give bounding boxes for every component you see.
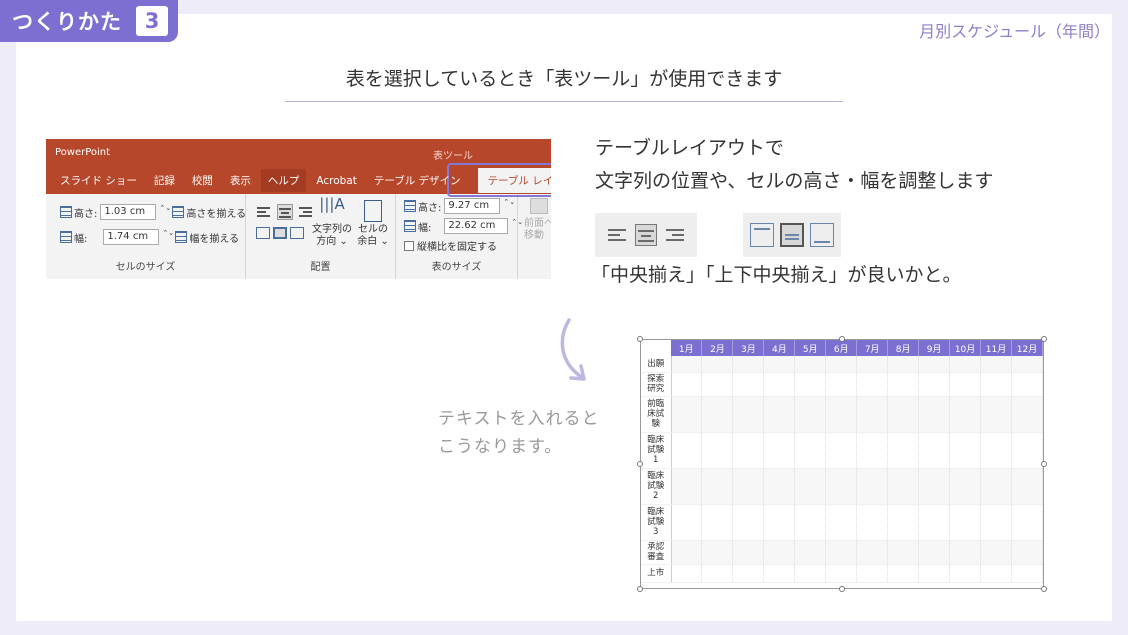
tab-review[interactable]: 校閲 <box>192 169 213 192</box>
col-width-icon <box>60 231 72 243</box>
description: テーブルレイアウトで 文字列の位置や、セルの高さ・幅を調整します <box>595 132 993 198</box>
resize-handle[interactable] <box>839 336 845 342</box>
cell-height-label: 高さ: <box>74 208 98 220</box>
resize-handle[interactable] <box>637 586 643 592</box>
align-top-icon <box>750 223 774 247</box>
note-line1: テキストを入れると <box>438 409 600 429</box>
distribute-rows-button[interactable]: 高さを揃える <box>186 205 246 220</box>
align-bottom-icon <box>810 223 834 247</box>
step-label: つくりかた <box>12 10 122 34</box>
step-number: 3 <box>136 6 168 36</box>
tab-record[interactable]: 記録 <box>154 169 175 192</box>
resize-handle[interactable] <box>1041 586 1047 592</box>
alignment-caption: 配置 <box>310 262 331 273</box>
schedule-table-selection[interactable]: 1月 2月 3月 4月 5月 6月 7月 8月 9月 10月 11月 12月 出願 探索 研究 前臨 床試… <box>637 336 1047 592</box>
align-left-icon <box>607 224 629 246</box>
table-height-input[interactable]: 9.27 cm <box>444 198 509 214</box>
cell-margins-icon <box>364 200 382 222</box>
table-tools-label: 表ツール <box>433 151 473 162</box>
align-top-icon[interactable] <box>256 227 270 239</box>
ribbon-body: 高さ: 1.03 cm 高さを揃える 幅: 1.74 cm 幅を揃える セルのサ… <box>46 194 551 279</box>
recommendation: 「中央揃え」「上下中央揃え」が良いかと。 <box>591 264 962 286</box>
tab-view[interactable]: 表示 <box>230 169 251 192</box>
powerpoint-ribbon: PowerPoint 表ツール スライド ショー 記録 校閲 表示 ヘルプ Ac… <box>46 139 551 279</box>
result-note: テキストを入れると こうなります。 <box>438 405 600 461</box>
group-alignment: |||A 文字列の 方向 ⌄ セルの 余白 ⌄ 配置 <box>246 194 396 279</box>
headline: 表を選択しているとき「表ツール」が使用できます <box>285 64 843 102</box>
table-width-label: 幅: <box>418 222 432 234</box>
align-center-icon[interactable] <box>277 204 293 220</box>
text-direction-button[interactable]: |||A 文字列の 方向 ⌄ <box>312 195 352 248</box>
description-line2: 文字列の位置や、セルの高さ・幅を調整します <box>595 170 994 192</box>
cell-height-input[interactable]: 1.03 cm <box>100 204 165 220</box>
resize-handle[interactable] <box>839 586 845 592</box>
tab-slideshow[interactable]: スライド ショー <box>60 169 137 192</box>
text-direction-icon: |||A <box>319 195 345 213</box>
align-left-icon[interactable] <box>256 204 272 220</box>
selection-frame <box>640 339 1044 589</box>
resize-handle[interactable] <box>637 461 643 467</box>
bring-forward-icon <box>530 198 548 214</box>
vertical-align-icons <box>743 213 841 257</box>
tab-table-layout[interactable]: テーブル レイアウト <box>477 168 551 193</box>
cell-margins-label: セルの 余白 ⌄ <box>357 224 389 247</box>
lock-ratio-label: 縦横比を固定する <box>417 242 497 253</box>
step-tag: つくりかた 3 <box>0 0 178 42</box>
horizontal-align-icons <box>595 213 697 257</box>
distribute-cols-icon <box>175 231 188 243</box>
curved-arrow-icon <box>560 318 586 381</box>
bring-forward-button[interactable]: 前面へ 移動 <box>524 198 551 242</box>
lock-ratio-checkbox[interactable] <box>404 240 414 251</box>
table-height-label: 高さ: <box>418 202 442 214</box>
tab-acrobat[interactable]: Acrobat <box>316 171 357 191</box>
table-size-caption: 表のサイズ <box>431 262 482 273</box>
group-table-size: 高さ: 9.27 cm 幅: 22.62 cm 縦横比を固定する 表のサイズ <box>396 194 518 279</box>
cell-width-input[interactable]: 1.74 cm <box>103 229 168 245</box>
table-height-icon <box>404 200 416 212</box>
group-cell-size: 高さ: 1.03 cm 高さを揃える 幅: 1.74 cm 幅を揃える セルのサ… <box>46 194 246 279</box>
row-height-icon <box>60 206 72 218</box>
align-middle-icon[interactable] <box>273 227 287 239</box>
align-bottom-icon[interactable] <box>290 227 304 239</box>
cell-margins-button[interactable]: セルの 余白 ⌄ <box>354 198 392 248</box>
resize-handle[interactable] <box>1041 461 1047 467</box>
resize-handle[interactable] <box>1041 336 1047 342</box>
align-center-icon <box>635 224 657 246</box>
cell-size-caption: セルのサイズ <box>115 262 176 273</box>
note-line2: こうなります。 <box>438 437 563 457</box>
tab-table-design[interactable]: テーブル デザイン <box>374 169 461 192</box>
description-line1: テーブルレイアウトで <box>595 137 784 159</box>
tab-help[interactable]: ヘルプ <box>260 169 307 192</box>
distribute-cols-button[interactable]: 幅を揃える <box>189 230 239 245</box>
align-right-icon <box>663 224 685 246</box>
table-width-input[interactable]: 22.62 cm <box>444 218 517 234</box>
resize-handle[interactable] <box>637 336 643 342</box>
app-name: PowerPoint <box>55 147 111 158</box>
page-category: 月別スケジュール（年間） <box>919 22 1110 41</box>
text-direction-label: 文字列の 方向 ⌄ <box>312 224 352 247</box>
cell-width-label: 幅: <box>74 233 88 245</box>
align-middle-icon <box>780 223 804 247</box>
table-width-icon <box>404 220 416 232</box>
distribute-rows-icon <box>172 206 185 218</box>
bring-forward-label: 前面へ 移動 <box>524 218 551 241</box>
